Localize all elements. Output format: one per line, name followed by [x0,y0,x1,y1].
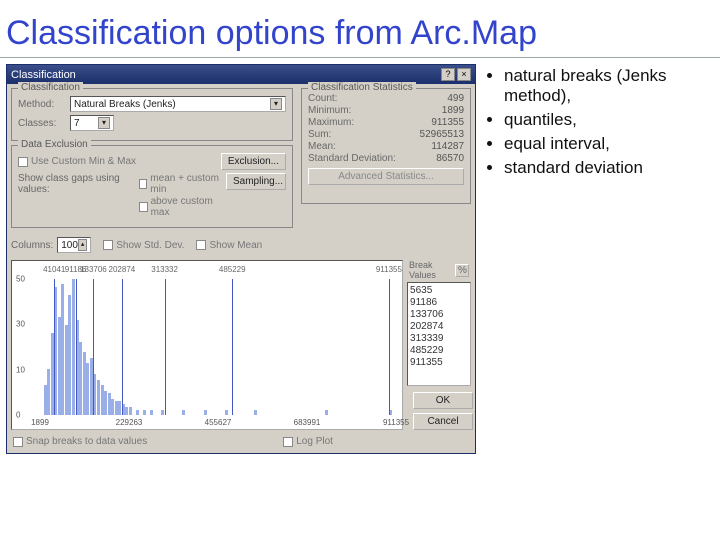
panel-title-stats: Classification Statistics [308,82,416,93]
checkbox-icon [196,240,206,250]
classes-label: Classes: [18,118,66,129]
window-title: Classification [11,69,76,81]
histogram[interactable]: 4104191186133706202874313332485229911355… [11,260,403,430]
exclusion-button[interactable]: Exclusion... [221,153,286,170]
bottom-row: Snap breaks to data values Log Plot [7,434,475,453]
list-item: quantiles, [504,110,714,130]
close-button[interactable]: × [457,68,471,81]
options-list: natural breaks (Jenks method), quantiles,… [486,64,714,454]
histogram-controls: Columns: 100 ▴ Show Std. Dev. Show Mean [7,232,475,258]
help-button[interactable]: ? [441,68,455,81]
spinner-icon: ▴ [78,239,87,251]
panel-title-classification: Classification [18,82,83,93]
checkbox-icon [139,202,148,212]
chevron-down-icon: ▾ [98,117,110,129]
use-custom-minmax-checkbox[interactable]: Use Custom Min & Max [18,156,136,167]
stats-panel: Classification Statistics Count:499 Mini… [301,88,471,204]
above-custom-max-checkbox[interactable]: above custom max [139,196,222,218]
classification-panel: Classification Method: Natural Breaks (J… [11,88,293,141]
checkbox-icon [139,179,148,189]
checkbox-icon [13,437,23,447]
snap-breaks-checkbox[interactable]: Snap breaks to data values [13,436,147,447]
checkbox-icon [18,157,28,167]
list-item: natural breaks (Jenks method), [504,66,714,106]
method-label: Method: [18,99,66,110]
chevron-down-icon: ▾ [270,98,282,110]
break-value-item[interactable]: 91186 [410,297,468,308]
method-value: Natural Breaks (Jenks) [74,99,176,110]
show-std-checkbox[interactable]: Show Std. Dev. [103,240,184,251]
ok-button[interactable]: OK [413,392,473,409]
break-value-item[interactable]: 485229 [410,345,468,356]
percent-button[interactable]: % [455,264,469,277]
break-values-list[interactable]: 563591186133706202874313339485229911355 [407,282,471,386]
mean-custom-min-checkbox[interactable]: mean + custom min [139,173,222,195]
columns-label: Columns: [11,240,53,251]
list-item: equal interval, [504,134,714,154]
cancel-button[interactable]: Cancel [413,413,473,430]
classes-select[interactable]: 7 ▾ [70,115,114,131]
checkbox-icon [103,240,113,250]
sampling-button[interactable]: Sampling... [226,173,286,190]
data-exclusion-panel: Data Exclusion Use Custom Min & Max Excl… [11,145,293,228]
show-class-gaps-label: Show class gaps using values: [18,173,131,195]
checkbox-icon [283,437,293,447]
break-value-item[interactable]: 5635 [410,285,468,296]
break-values-label: Break Values [409,260,455,280]
list-item: standard deviation [504,158,714,178]
advanced-stats-button[interactable]: Advanced Statistics... [308,168,464,185]
classes-value: 7 [74,118,80,129]
slide-title: Classification options from Arc.Map [0,0,720,58]
stats-grid: Count:499 Minimum:1899 Maximum:911355 Su… [308,93,464,164]
break-value-item[interactable]: 313339 [410,333,468,344]
break-value-item[interactable]: 911355 [410,357,468,368]
classification-dialog: Classification ? × Classification Method… [6,64,476,454]
panel-title-exclusion: Data Exclusion [18,139,91,150]
method-select[interactable]: Natural Breaks (Jenks) ▾ [70,96,286,112]
show-mean-checkbox[interactable]: Show Mean [196,240,262,251]
break-value-item[interactable]: 133706 [410,309,468,320]
log-plot-checkbox[interactable]: Log Plot [283,436,333,447]
columns-spinner[interactable]: 100 ▴ [57,237,91,253]
break-value-item[interactable]: 202874 [410,321,468,332]
